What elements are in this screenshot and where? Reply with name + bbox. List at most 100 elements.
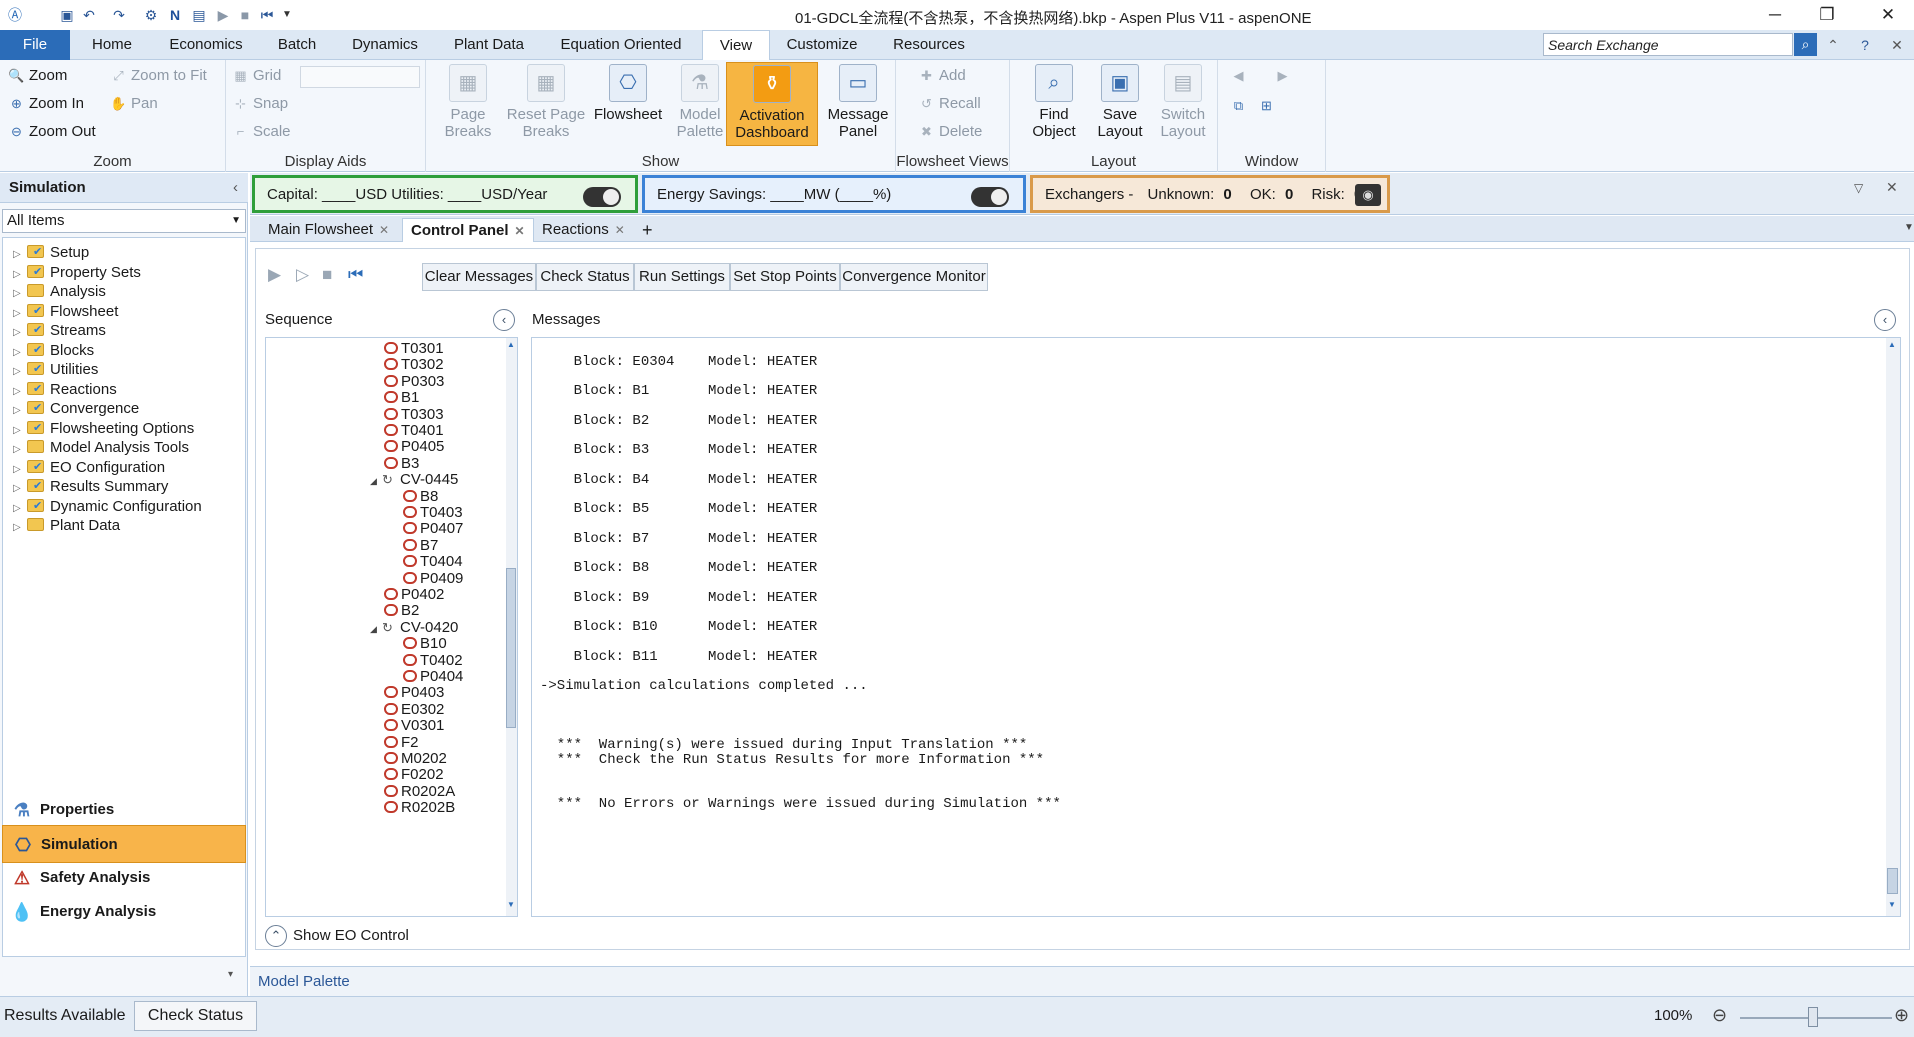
scroll-down-icon[interactable]: ▼ — [507, 900, 515, 909]
configure-buttons-icon[interactable]: ▾ — [228, 969, 233, 980]
zoom-out-icon[interactable]: ⊖ — [1712, 1005, 1727, 1026]
pan-button[interactable]: ✋ Pan — [110, 92, 157, 116]
model-palette-bar[interactable]: Model Palette — [250, 966, 1914, 996]
minimize-button[interactable]: ─ — [1760, 4, 1790, 26]
save-layout-button[interactable]: ▣ Save Layout — [1084, 64, 1156, 140]
tab-reactions[interactable]: Reactions ✕ — [534, 218, 633, 242]
convergence-monitor-button[interactable]: Convergence Monitor — [840, 263, 988, 291]
zoom-button[interactable]: 🔍 Zoom — [8, 64, 67, 88]
sequence-scrollbar[interactable]: ▲ ▼ — [506, 338, 517, 916]
nav-safety-analysis[interactable]: ⚠ Safety Analysis — [2, 859, 246, 897]
window-forward-button[interactable]: ▶ — [1274, 64, 1295, 88]
sequence-scroll-thumb[interactable] — [506, 568, 516, 728]
collapse-messages-icon[interactable]: ‹ — [1874, 309, 1896, 331]
close-doc-icon[interactable]: ✕ — [1888, 36, 1906, 54]
customize-qa-icon[interactable]: ▼ — [278, 6, 296, 24]
capital-dashboard[interactable]: Capital: ____USD Utilities: ____USD/Year — [252, 175, 638, 213]
stop-icon[interactable]: ■ — [236, 6, 254, 24]
find-object-button[interactable]: ⌕ Find Object — [1018, 64, 1090, 140]
recall-view-button[interactable]: ↺ Recall — [918, 92, 981, 116]
tab-file[interactable]: File — [0, 30, 70, 60]
search-icon[interactable]: ⌕ — [1794, 33, 1817, 56]
zoom-to-fit-button[interactable]: ⤢ Zoom to Fit — [110, 64, 207, 88]
scroll-down-icon[interactable]: ▼ — [1888, 900, 1896, 909]
set-stop-points-button[interactable]: Set Stop Points — [730, 263, 840, 291]
new-tab-button[interactable]: + — [634, 218, 661, 242]
tab-customize[interactable]: Customize — [780, 30, 864, 60]
page-breaks-button[interactable]: ▦ Page Breaks — [432, 64, 504, 140]
grid-button[interactable]: ▦ Grid — [232, 64, 281, 88]
run-icon[interactable]: ▶ — [268, 265, 281, 285]
next-step-icon[interactable]: N — [166, 6, 184, 24]
tab-dynamics[interactable]: Dynamics — [344, 30, 426, 60]
flowsheet-button[interactable]: ⎔ Flowsheet — [586, 64, 670, 123]
tab-view[interactable]: View — [702, 30, 770, 61]
close-tab-icon[interactable]: ✕ — [379, 223, 389, 237]
tab-resources[interactable]: Resources — [888, 30, 970, 60]
help-icon[interactable]: ? — [1856, 36, 1874, 54]
delete-view-button[interactable]: ✖ Delete — [918, 120, 982, 144]
messages-scrollbar[interactable]: ▲ ▼ — [1886, 338, 1900, 916]
tree-item[interactable]: ▷ Plant Data — [13, 515, 120, 537]
cascade-button[interactable]: ⧉ — [1230, 94, 1251, 118]
restore-button[interactable]: ❐ — [1812, 4, 1842, 26]
run-settings-button[interactable]: Run Settings — [634, 263, 730, 291]
exchanger-settings-icon[interactable]: ◉ — [1355, 184, 1381, 206]
messages-scroll-thumb[interactable] — [1887, 868, 1898, 894]
check-status-button[interactable]: Check Status — [134, 1001, 257, 1031]
step-icon[interactable]: ▷ — [296, 265, 309, 285]
zoom-in-icon[interactable]: ⊕ — [1894, 1005, 1909, 1026]
redo-icon[interactable]: ↷ — [110, 6, 128, 24]
next-icon[interactable]: ⚙ — [142, 6, 160, 24]
capital-toggle[interactable] — [583, 187, 621, 207]
close-tab-icon[interactable]: ✕ — [615, 223, 625, 237]
collapse-triangle-icon[interactable]: ◢ — [370, 471, 382, 491]
energy-toggle[interactable] — [971, 187, 1009, 207]
scroll-up-icon[interactable]: ▲ — [1888, 340, 1896, 349]
energy-dashboard[interactable]: Energy Savings: ____MW (____%) — [642, 175, 1026, 213]
nav-simulation[interactable]: ⎔ Simulation — [2, 825, 246, 863]
tile-button[interactable]: ⊞ — [1258, 94, 1279, 118]
model-palette-label[interactable]: Model Palette — [258, 973, 350, 990]
collapse-pane-icon[interactable]: ‹ — [233, 173, 238, 203]
window-back-button[interactable]: ◀ — [1230, 64, 1251, 88]
scale-button[interactable]: ⌐ Scale — [232, 120, 291, 144]
search-exchange-input[interactable]: Search Exchange — [1543, 33, 1793, 56]
reset-page-breaks-button[interactable]: ▦ Reset Page Breaks — [496, 64, 596, 140]
all-items-dropdown[interactable]: All Items ▼ — [2, 209, 246, 233]
model-palette-button[interactable]: ⚗ Model Palette — [666, 64, 734, 140]
close-button[interactable]: ✕ — [1873, 4, 1903, 26]
zoom-in-button[interactable]: ⊕ Zoom In — [8, 92, 84, 116]
close-tab-icon[interactable]: ✕ — [515, 224, 525, 238]
tab-home[interactable]: Home — [78, 30, 146, 60]
run-icon[interactable]: ▶ — [214, 6, 232, 24]
dashboard-menu-icon[interactable]: ▽ — [1854, 181, 1863, 195]
zoom-out-button[interactable]: ⊖ Zoom Out — [8, 120, 96, 144]
zoom-slider-thumb[interactable] — [1808, 1007, 1818, 1027]
add-view-button[interactable]: ✚ Add — [918, 64, 966, 88]
minimize-ribbon-icon[interactable]: ⌃ — [1824, 36, 1842, 54]
exchangers-dashboard[interactable]: Exchangers - Unknown: 0 OK: 0 Risk: 0 ◉ — [1030, 175, 1390, 213]
activation-dashboard-button[interactable]: ⚱ Activation Dashboard — [726, 62, 818, 146]
stop-icon[interactable]: ■ — [322, 265, 332, 285]
data-browser-icon[interactable]: ▤ — [190, 6, 208, 24]
tab-plant-data[interactable]: Plant Data — [444, 30, 534, 60]
message-panel-button[interactable]: ▭ Message Panel — [822, 64, 894, 140]
tab-main-flowsheet[interactable]: Main Flowsheet ✕ — [260, 218, 397, 242]
tab-control-panel[interactable]: Control Panel ✕ — [402, 218, 534, 242]
expand-eo-icon[interactable]: ⌃ — [265, 925, 287, 948]
scroll-up-icon[interactable]: ▲ — [507, 340, 515, 349]
collapse-sequence-icon[interactable]: ‹ — [493, 309, 515, 331]
dashboard-close-icon[interactable]: ✕ — [1886, 179, 1898, 196]
nav-energy-analysis[interactable]: 💧 Energy Analysis — [2, 893, 246, 931]
check-status-button[interactable]: Check Status — [536, 263, 634, 291]
undo-icon[interactable]: ↶ — [80, 6, 98, 24]
sequence-block-item[interactable]: R0202B — [384, 798, 455, 818]
tab-batch[interactable]: Batch — [266, 30, 328, 60]
snap-button[interactable]: ⊹ Snap — [232, 92, 288, 116]
reset-icon[interactable]: ⏮ — [258, 6, 276, 24]
collapse-triangle-icon[interactable]: ◢ — [370, 619, 382, 639]
tab-list-icon[interactable]: ▼ — [1904, 222, 1914, 233]
grid-size-dropdown[interactable] — [300, 66, 420, 88]
show-eo-control[interactable]: ⌃ Show EO Control — [265, 925, 409, 948]
